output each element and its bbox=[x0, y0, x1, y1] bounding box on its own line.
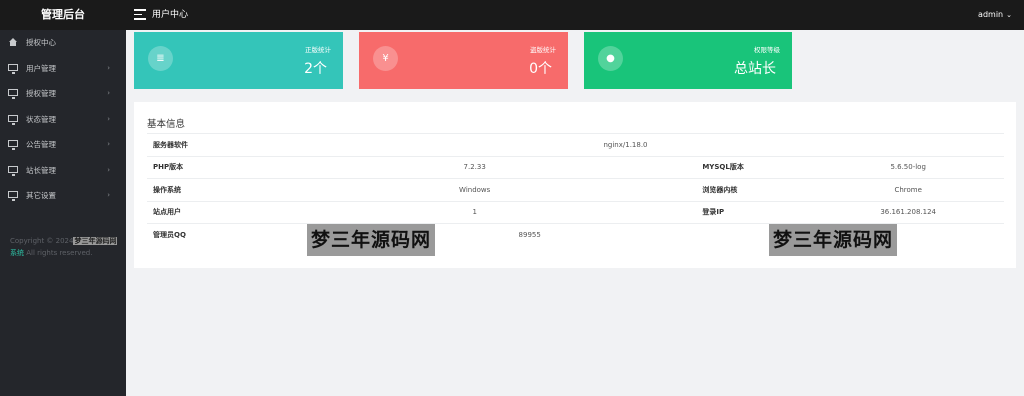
stat-card-permission: ● 权限等级 总站长 bbox=[584, 32, 792, 89]
sidebar-item[interactable]: 站长管理 › bbox=[0, 158, 126, 184]
sidebar-item[interactable]: 公告管理 › bbox=[0, 132, 126, 158]
stat-label: 盗版统计 bbox=[530, 46, 556, 54]
list-icon: ≣ bbox=[148, 46, 173, 71]
os-label: 操作系统 bbox=[147, 178, 247, 201]
php-label: PHP版本 bbox=[147, 155, 247, 179]
sidebar: 授权中心用户管理 › 授权管理 › 状态管理 › 公告管理 › 站长管理 › 其它设置 › Copyr… bbox=[0, 30, 126, 396]
monitor-icon bbox=[8, 63, 18, 74]
sidebar-item-label: 用户管理 bbox=[26, 63, 56, 73]
chevron-right-icon: › bbox=[107, 63, 110, 72]
table-row: 操作系统 Windows 浏览器内核 Chrome bbox=[147, 178, 1004, 201]
copyright-system-link[interactable]: 系统 bbox=[10, 249, 24, 257]
yen-icon: ¥ bbox=[373, 46, 398, 71]
sidebar-item[interactable]: 授权中心 bbox=[0, 30, 126, 56]
login-ip-label: 登录IP bbox=[702, 200, 813, 224]
sidebar-item-label: 授权中心 bbox=[26, 38, 56, 47]
brand-title[interactable]: 管理后台 bbox=[0, 0, 126, 30]
chevron-right-icon: › bbox=[107, 191, 110, 199]
sidebar-item-label: 其它设置 bbox=[26, 191, 56, 200]
page-title: 用户中心 bbox=[152, 10, 189, 20]
home-icon bbox=[9, 38, 17, 46]
stat-value: 总站长 bbox=[734, 61, 776, 77]
stat-label: 正版统计 bbox=[305, 46, 331, 54]
server-software-label: 服务器软件 bbox=[147, 133, 247, 156]
stat-value: 0个 bbox=[529, 61, 552, 77]
chevron-right-icon: › bbox=[107, 140, 110, 148]
panel-title: 基本信息 bbox=[147, 119, 186, 130]
sidebar-item-label: 站长管理 bbox=[26, 165, 56, 175]
user-menu[interactable]: admin ⌄ bbox=[978, 0, 1012, 30]
copyright-prefix: Copyright © 2024 bbox=[10, 237, 74, 245]
mysql-value: 5.6.50-log bbox=[812, 155, 1004, 179]
watermark: 梦三年源码网 bbox=[307, 224, 436, 256]
sidebar-item-label: 授权管理 bbox=[26, 89, 56, 98]
copyright-watermark: 梦三年源码网 bbox=[73, 237, 118, 245]
monitor-icon bbox=[8, 165, 18, 176]
sidebar-item[interactable]: 授权管理 › bbox=[0, 81, 126, 107]
monitor-icon bbox=[8, 114, 18, 125]
browser-value: Chrome bbox=[812, 178, 1004, 201]
chevron-right-icon: › bbox=[107, 114, 110, 123]
php-value: 7.2.33 bbox=[247, 155, 703, 179]
copyright-suffix: All rights reserved. bbox=[24, 249, 93, 257]
browser-label: 浏览器内核 bbox=[702, 178, 813, 201]
stat-card-pirated: ¥ 盗版统计 0个 bbox=[359, 32, 568, 89]
monitor-icon bbox=[8, 140, 18, 150]
table-row: 服务器软件 nginx/1.18.0 bbox=[147, 133, 1004, 156]
table-row: PHP版本 7.2.33 MYSQL版本 5.6.50-log bbox=[147, 155, 1004, 179]
sidebar-item[interactable]: 其它设置 › bbox=[0, 183, 126, 209]
stat-card-licensed: ≣ 正版统计 2个 bbox=[134, 32, 343, 89]
table-row: 站点用户 1 登录IP 36.161.208.124 bbox=[147, 200, 1004, 224]
menu-toggle-icon[interactable] bbox=[134, 9, 146, 20]
sidebar-item-label: 状态管理 bbox=[26, 114, 56, 124]
sidebar-item[interactable]: 用户管理 › bbox=[0, 56, 126, 82]
user-circle-icon: ● bbox=[598, 46, 623, 71]
user-name: admin bbox=[978, 10, 1004, 19]
login-ip-value: 36.161.208.124 bbox=[812, 200, 1004, 224]
admin-qq-label: 管理员QQ bbox=[147, 223, 247, 246]
monitor-icon bbox=[8, 191, 18, 201]
sidebar-item[interactable]: 状态管理 › bbox=[0, 107, 126, 133]
site-users-value: 1 bbox=[247, 200, 703, 224]
server-software-value: nginx/1.18.0 bbox=[247, 133, 1004, 156]
sidebar-item-label: 公告管理 bbox=[26, 140, 56, 149]
watermark: 梦三年源码网 bbox=[769, 224, 898, 256]
stat-value: 2个 bbox=[304, 61, 327, 77]
copyright: Copyright © 2024梦三年源码网 系统 All rights res… bbox=[10, 235, 122, 259]
top-bar: 管理后台 用户中心 admin ⌄ bbox=[0, 0, 1024, 30]
chevron-down-icon: ⌄ bbox=[1006, 11, 1012, 19]
stat-label: 权限等级 bbox=[754, 46, 780, 54]
sidebar-nav: 授权中心用户管理 › 授权管理 › 状态管理 › 公告管理 › 站长管理 › 其它设置 › bbox=[0, 30, 126, 209]
os-value: Windows bbox=[247, 178, 703, 201]
chevron-right-icon: › bbox=[107, 89, 110, 97]
mysql-label: MYSQL版本 bbox=[702, 155, 813, 179]
site-users-label: 站点用户 bbox=[147, 200, 247, 224]
monitor-icon bbox=[8, 89, 18, 99]
chevron-right-icon: › bbox=[107, 165, 110, 174]
